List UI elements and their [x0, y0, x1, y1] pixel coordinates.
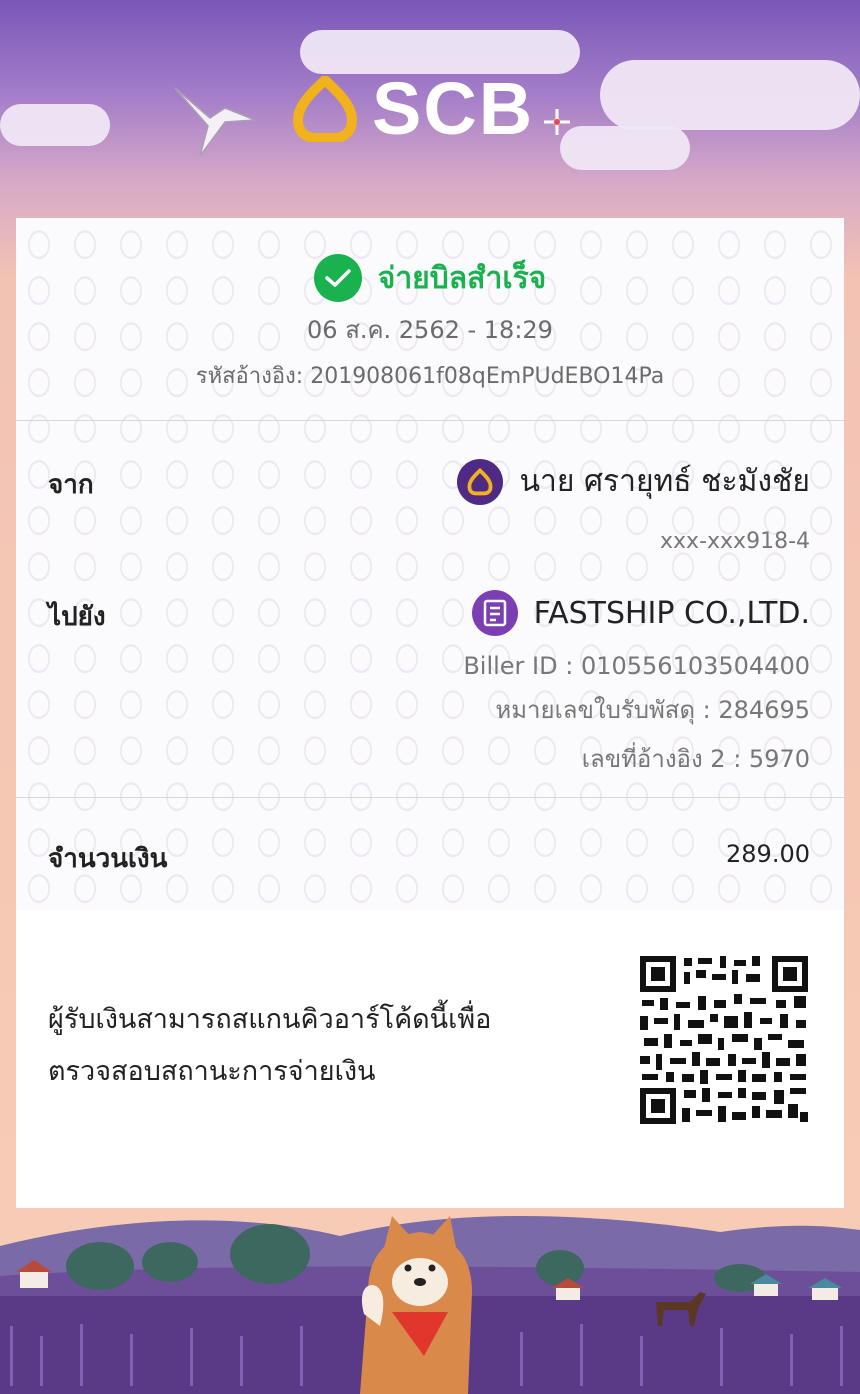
qr-instruction-line-2: ตรวจสอบสถานะการจ่ายเงิน — [48, 1056, 376, 1087]
success-check-icon — [313, 254, 362, 302]
from-label: จาก — [48, 470, 94, 500]
from-name: นาย ศรายุทธ์ ชะมังชัย — [519, 464, 810, 499]
receipt-card: จ่ายบิลสำเร็จ 06 ส.ค. 2562 - 18:29 รหัสอ… — [16, 218, 844, 1208]
scb-bank-icon — [457, 458, 504, 505]
amount-label: จำนวนเงิน — [48, 844, 168, 874]
qr-code-icon[interactable] — [638, 954, 810, 1126]
biller-icon — [471, 590, 518, 636]
logo-text: SCB — [372, 67, 535, 150]
bird-illustration — [174, 87, 256, 157]
divider — [16, 420, 844, 421]
status-title: จ่ายบิลสำเร็จ — [377, 260, 547, 296]
cloud — [600, 60, 860, 130]
cloud — [0, 104, 110, 146]
from-account-number: xxx-xxx918-4 — [660, 529, 810, 554]
scb-shell-icon — [293, 76, 357, 142]
parcel-number: หมายเลขใบรับพัสดุ : 284695 — [495, 696, 810, 724]
to-label: ไปยัง — [48, 602, 106, 632]
qr-instruction: ผู้รับเงินสามารถสแกนคิวอาร์โค้ดนี้เพื่อ … — [48, 994, 588, 1098]
amount-value: 289.00 — [726, 840, 810, 868]
from-account: นาย ศรายุทธ์ ชะมังชัย xxx-xxx918-4 — [457, 458, 810, 554]
reference-2: เลขที่อ้างอิง 2 : 5970 — [581, 745, 810, 773]
sparkle-icon — [544, 109, 571, 135]
biller-id: Biller ID : 010556103504400 — [463, 652, 810, 680]
receipt-torn-edge — [16, 1172, 844, 1196]
lavender-field-scene — [0, 1215, 860, 1394]
transaction-datetime: 06 ส.ค. 2562 - 18:29 — [307, 316, 553, 344]
reference-code: รหัสอ้างอิง: 201908061f08qEmPUdEBO14Pa — [195, 364, 665, 389]
status-header: จ่ายบิลสำเร็จ — [16, 254, 844, 302]
scb-logo: SCB — [292, 67, 572, 150]
biller-name: FASTSHIP CO.,LTD. — [533, 595, 810, 631]
to-biller: FASTSHIP CO.,LTD. Biller ID : 0105561035… — [463, 590, 810, 778]
cloud — [560, 126, 690, 170]
qr-instruction-line-1: ผู้รับเงินสามารถสแกนคิวอาร์โค้ดนี้เพื่อ — [48, 1004, 492, 1035]
divider — [16, 797, 844, 798]
